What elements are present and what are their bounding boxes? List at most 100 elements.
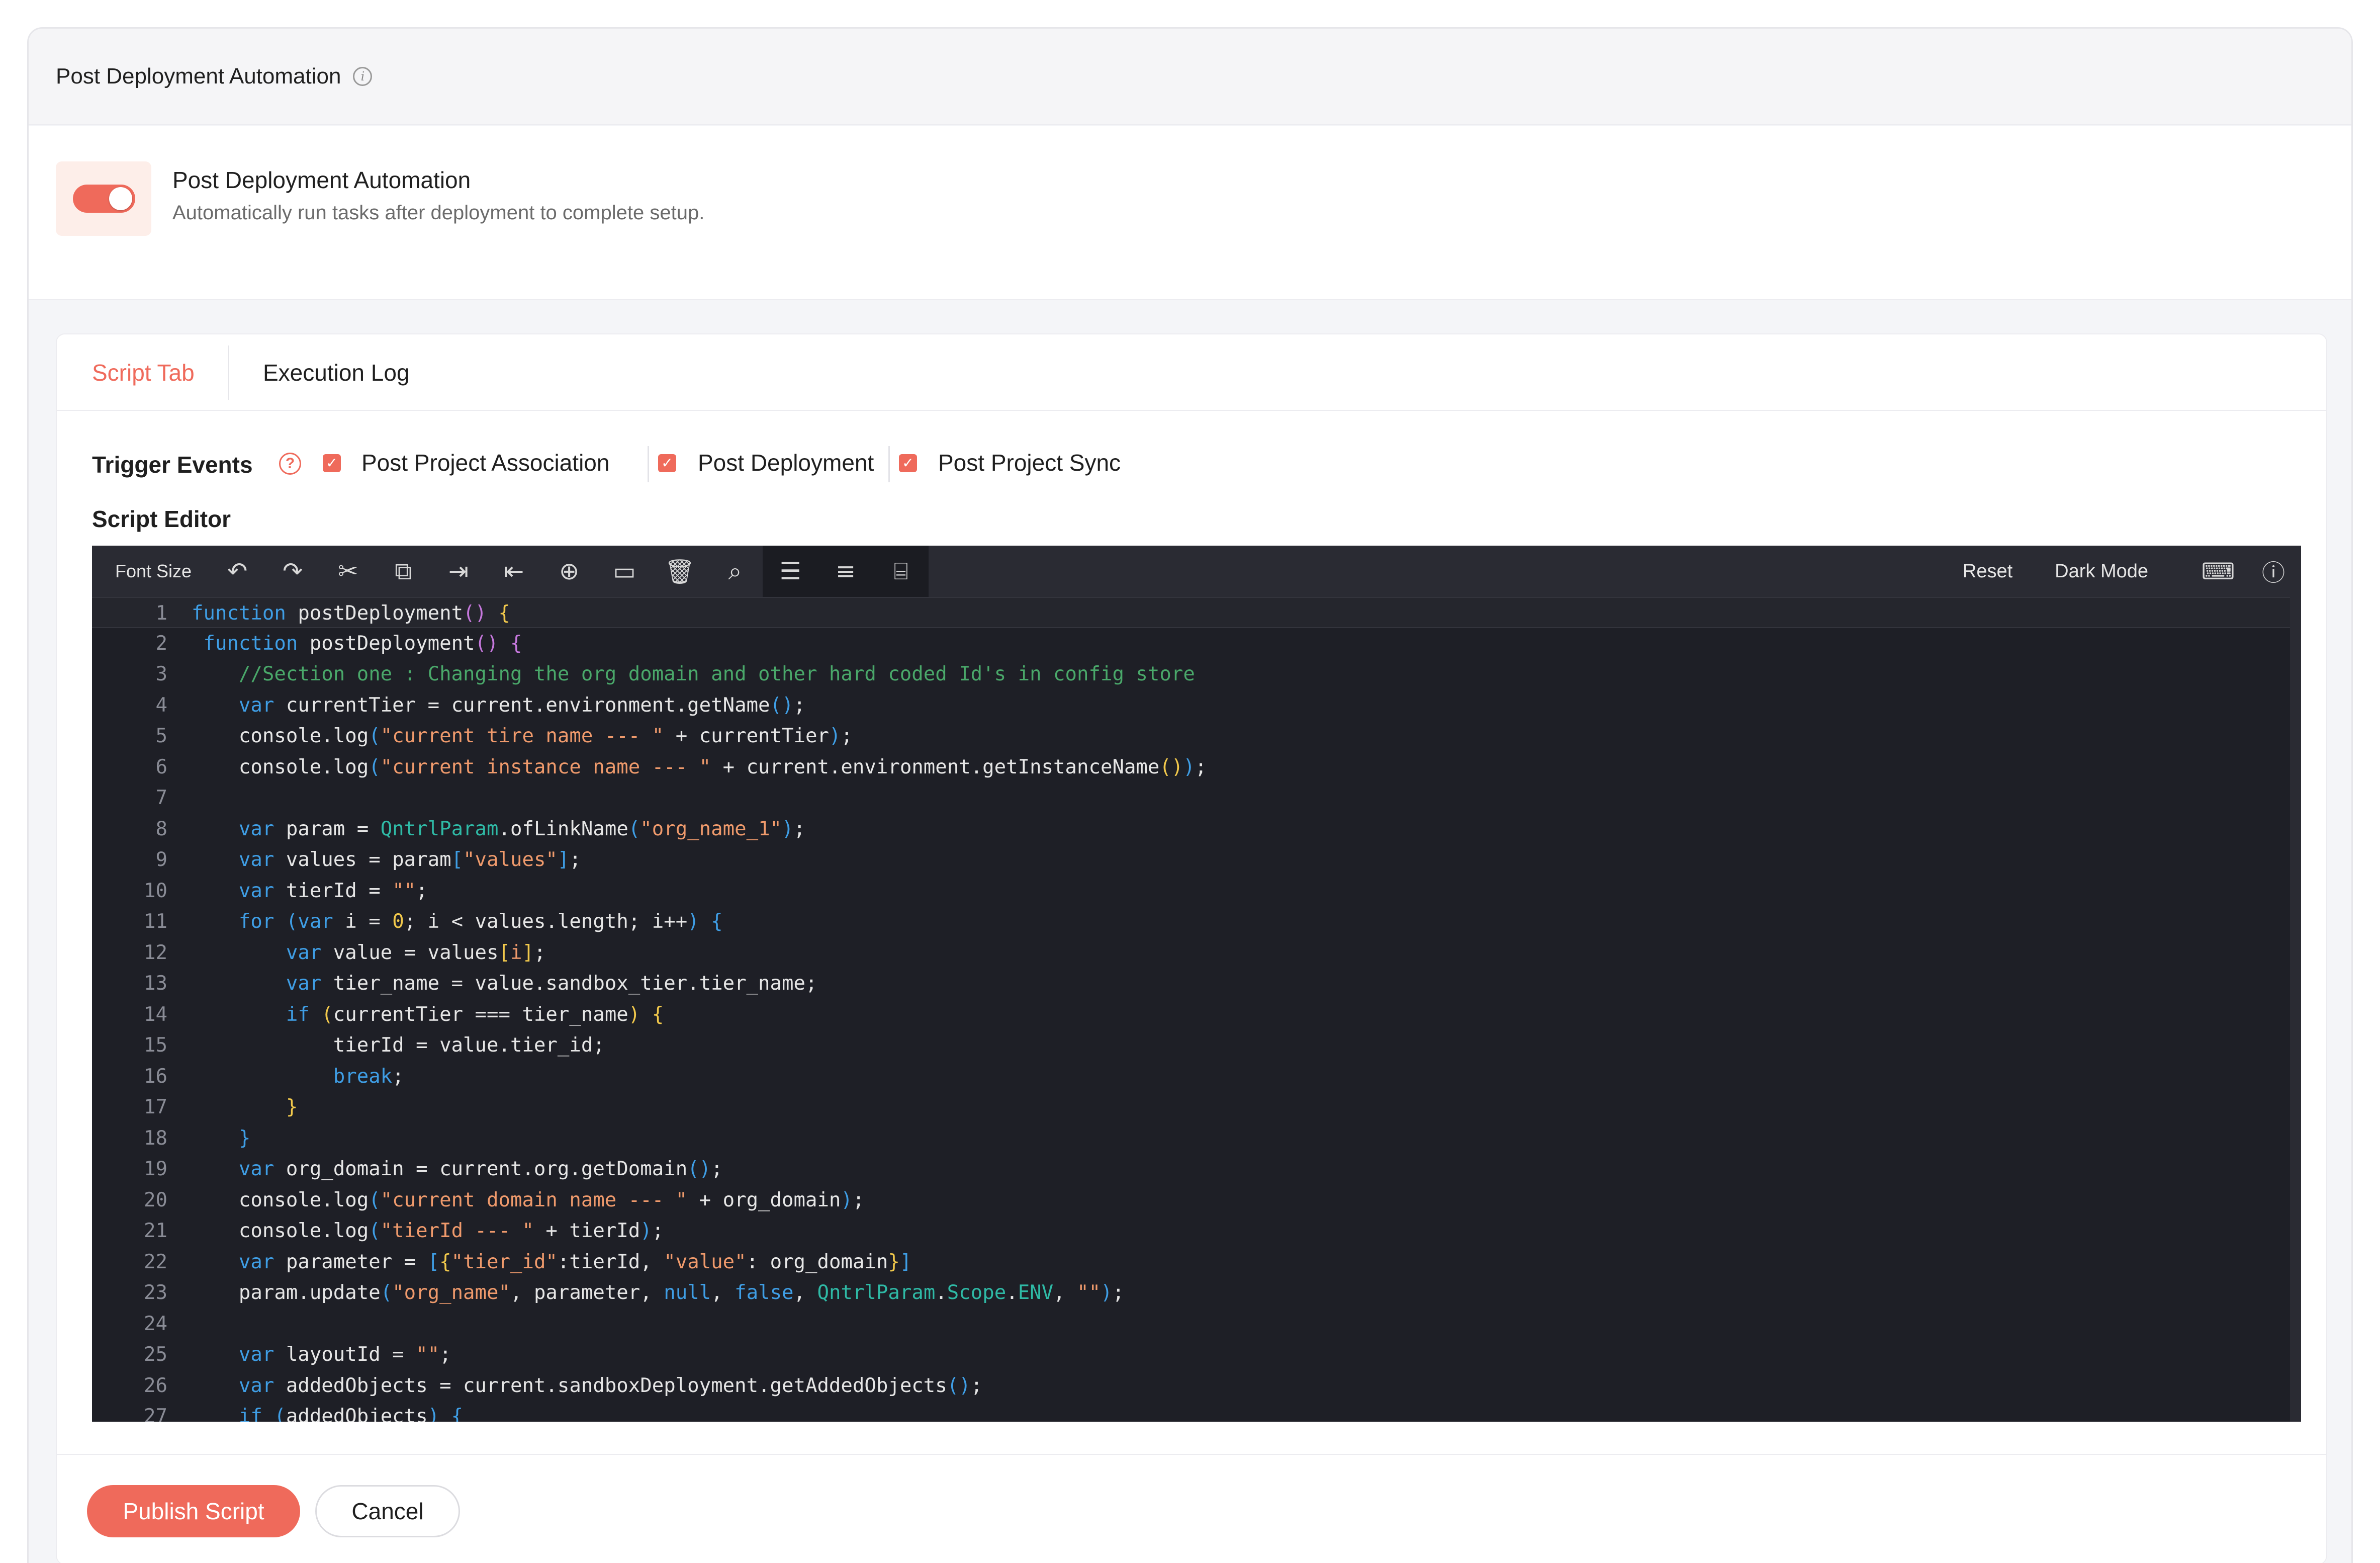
code-text: var currentTier = current.environment.ge… xyxy=(192,693,805,717)
checkbox-post-project-sync[interactable]: ✓ xyxy=(899,454,917,472)
code-text: var tierId = ""; xyxy=(192,879,428,902)
code-line[interactable]: 7 xyxy=(92,783,2301,814)
code-line[interactable]: 25 var layoutId = ""; xyxy=(92,1339,2301,1370)
copy-icon[interactable]: ⧉ xyxy=(376,546,431,597)
redo-icon[interactable]: ↷ xyxy=(265,546,320,597)
undo-icon[interactable]: ↶ xyxy=(210,546,265,597)
line-number: 22 xyxy=(144,1250,167,1273)
delete-icon[interactable]: 🗑 xyxy=(652,546,707,597)
cancel-button[interactable]: Cancel xyxy=(315,1485,460,1537)
publish-script-button[interactable]: Publish Script xyxy=(87,1485,300,1537)
checkbox-label-post-deployment[interactable]: Post Deployment xyxy=(698,449,874,476)
code-text: console.log("tierId --- " + tierId); xyxy=(192,1220,664,1242)
line-number: 1 xyxy=(155,602,167,625)
code-line[interactable]: 13 var tier_name = value.sandbox_tier.ti… xyxy=(92,968,2301,999)
duplicate-icon[interactable]: ⊕ xyxy=(541,546,597,597)
toggle-knob xyxy=(109,187,132,210)
line-number: 21 xyxy=(144,1220,167,1242)
code-line[interactable]: 23 param.update("org_name", parameter, n… xyxy=(92,1277,2301,1309)
code-line[interactable]: 15 tierId = value.tier_id; xyxy=(92,1030,2301,1061)
line-number: 12 xyxy=(144,941,167,964)
code-line[interactable]: 6 console.log("current instance name ---… xyxy=(92,752,2301,783)
code-line[interactable]: 8 var param = QntrlParam.ofLinkName("org… xyxy=(92,814,2301,845)
dark-mode-button[interactable]: Dark Mode xyxy=(2055,561,2148,582)
code-line[interactable]: 11 for (var i = 0; i < values.length; i+… xyxy=(92,906,2301,937)
code-text: break; xyxy=(192,1065,404,1088)
script-editor[interactable]: Font Size ↶ ↷ ✂ ⧉ ⇥ ⇤ ⊕ ▭ 🗑 ⌕ ☰ ≡ ⌸ Rese… xyxy=(92,546,2301,1422)
line-number: 2 xyxy=(155,632,167,655)
code-text: var parameter = [{"tier_id":tierId, "val… xyxy=(192,1250,912,1273)
code-line[interactable]: 20 console.log("current domain name --- … xyxy=(92,1185,2301,1216)
wrap-icon[interactable]: ☰ xyxy=(763,546,818,597)
code-line[interactable]: 19 var org_domain = current.org.getDomai… xyxy=(92,1154,2301,1185)
code-line[interactable]: 12 var value = values[i]; xyxy=(92,937,2301,969)
code-line[interactable]: 4 var currentTier = current.environment.… xyxy=(92,690,2301,721)
code-text: tierId = value.tier_id; xyxy=(192,1034,605,1057)
code-line[interactable]: 1 function postDeployment() { xyxy=(92,597,2301,628)
comment-icon[interactable]: ▭ xyxy=(597,546,652,597)
line-number: 9 xyxy=(155,848,167,871)
line-number: 19 xyxy=(144,1158,167,1180)
line-number: 15 xyxy=(144,1034,167,1057)
indent-icon[interactable]: ⇥ xyxy=(431,546,486,597)
code-text: var org_domain = current.org.getDomain()… xyxy=(192,1158,723,1180)
toggle-container xyxy=(56,161,151,236)
code-line[interactable]: 24 xyxy=(92,1309,2301,1340)
code-text: function postDeployment() { xyxy=(192,602,510,625)
code-line[interactable]: 14 if (currentTier === tier_name) { xyxy=(92,999,2301,1030)
checkbox-post-project-association[interactable]: ✓ xyxy=(323,454,341,472)
font-size-button[interactable]: Font Size xyxy=(115,561,192,582)
code-text: console.log("current domain name --- " +… xyxy=(192,1188,865,1211)
code-line[interactable]: 27 if (addedObjects) { xyxy=(92,1401,2301,1422)
code-line[interactable]: 10 var tierId = ""; xyxy=(92,876,2301,907)
checkbox-post-deployment[interactable]: ✓ xyxy=(658,454,676,472)
code-line[interactable]: 2 function postDeployment() { xyxy=(92,628,2301,659)
line-number: 7 xyxy=(155,787,167,809)
code-line[interactable]: 3 //Section one : Changing the org domai… xyxy=(92,659,2301,690)
line-number: 11 xyxy=(144,910,167,933)
code-text: var tier_name = value.sandbox_tier.tier_… xyxy=(192,972,817,995)
code-line[interactable]: 21 console.log("tierId --- " + tierId); xyxy=(92,1215,2301,1247)
tab-execution-log[interactable]: Execution Log xyxy=(263,334,410,411)
line-number: 25 xyxy=(144,1343,167,1366)
code-line[interactable]: 22 var parameter = [{"tier_id":tierId, "… xyxy=(92,1247,2301,1278)
line-number: 6 xyxy=(155,755,167,778)
code-area[interactable]: 1 function postDeployment() {2 function p… xyxy=(92,597,2301,1422)
code-text: var layoutId = ""; xyxy=(192,1343,451,1366)
code-text: var values = param["values"]; xyxy=(192,848,581,871)
reset-button[interactable]: Reset xyxy=(1963,561,2012,582)
scrollbar[interactable] xyxy=(2290,597,2301,1422)
post-deployment-panel: Post Deployment Automation i Post Deploy… xyxy=(27,27,2353,1563)
checkbox-label-post-project-sync[interactable]: Post Project Sync xyxy=(938,449,1121,476)
code-line[interactable]: 16 break; xyxy=(92,1061,2301,1092)
help-icon[interactable]: ⓘ xyxy=(2246,546,2301,597)
trigger-events-label: Trigger Events xyxy=(92,452,253,478)
code-line[interactable]: 26 var addedObjects = current.sandboxDep… xyxy=(92,1370,2301,1402)
outdent-icon[interactable]: ⇤ xyxy=(486,546,541,597)
code-text: function postDeployment() { xyxy=(192,632,522,655)
cut-icon[interactable]: ✂ xyxy=(320,546,376,597)
code-line[interactable]: 5 console.log("current tire name --- " +… xyxy=(92,721,2301,752)
keyboard-icon[interactable]: ⌨ xyxy=(2190,546,2246,597)
divider xyxy=(648,446,649,482)
line-number: 10 xyxy=(144,879,167,902)
code-line[interactable]: 17 } xyxy=(92,1092,2301,1123)
code-text: for (var i = 0; i < values.length; i++) … xyxy=(192,910,723,933)
automation-toggle-section: Post Deployment Automation Automatically… xyxy=(29,126,2351,300)
info-icon[interactable]: i xyxy=(353,67,373,86)
code-format-icon[interactable]: ⌸ xyxy=(873,546,929,597)
code-line[interactable]: 18 } xyxy=(92,1123,2301,1154)
find-icon[interactable]: ⌕ xyxy=(707,546,763,597)
code-text: } xyxy=(192,1096,298,1118)
automation-toggle[interactable] xyxy=(73,185,135,213)
line-number: 14 xyxy=(144,1003,167,1026)
editor-toolbar: Font Size ↶ ↷ ✂ ⧉ ⇥ ⇤ ⊕ ▭ 🗑 ⌕ ☰ ≡ ⌸ Rese… xyxy=(92,546,2301,597)
line-numbers-icon[interactable]: ≡ xyxy=(818,546,874,597)
help-icon[interactable]: ? xyxy=(279,453,301,475)
line-number: 17 xyxy=(144,1096,167,1118)
checkbox-label-post-project-association[interactable]: Post Project Association xyxy=(361,449,609,476)
code-line[interactable]: 9 var values = param["values"]; xyxy=(92,844,2301,876)
tab-script[interactable]: Script Tab xyxy=(92,334,195,411)
line-number: 20 xyxy=(144,1188,167,1211)
toggle-description: Automatically run tasks after deployment… xyxy=(172,202,705,224)
